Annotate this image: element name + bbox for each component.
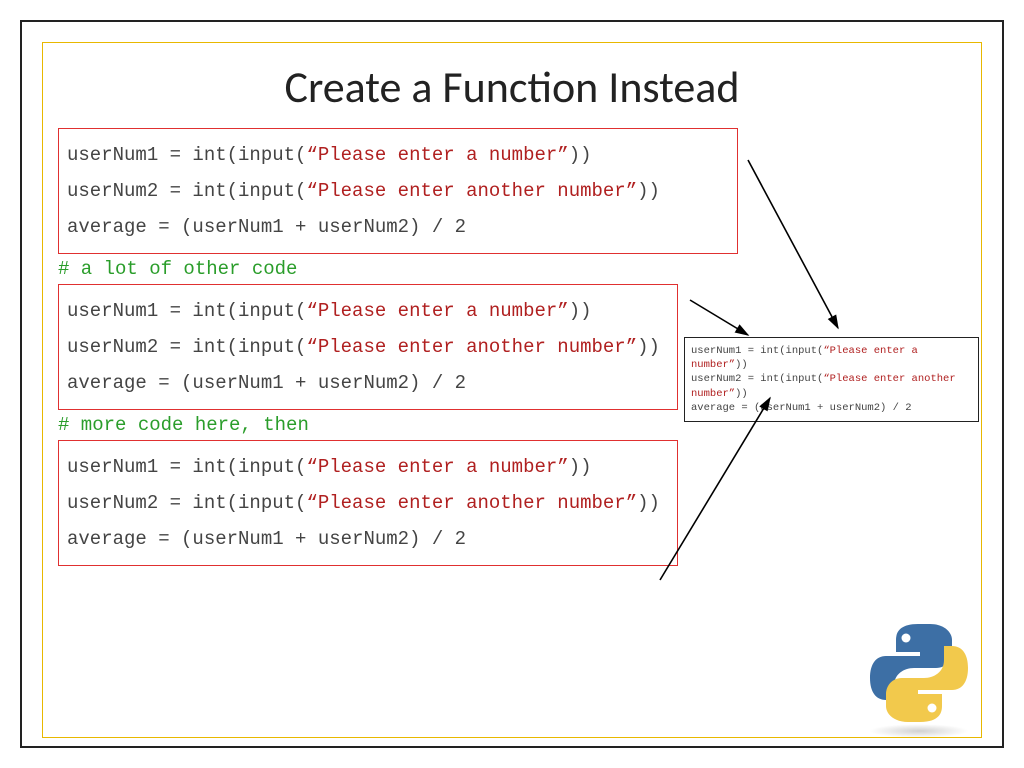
python-logo-icon <box>864 618 974 728</box>
arrow-2 <box>690 300 748 335</box>
arrow-1 <box>748 160 838 328</box>
arrow-3 <box>660 398 770 580</box>
